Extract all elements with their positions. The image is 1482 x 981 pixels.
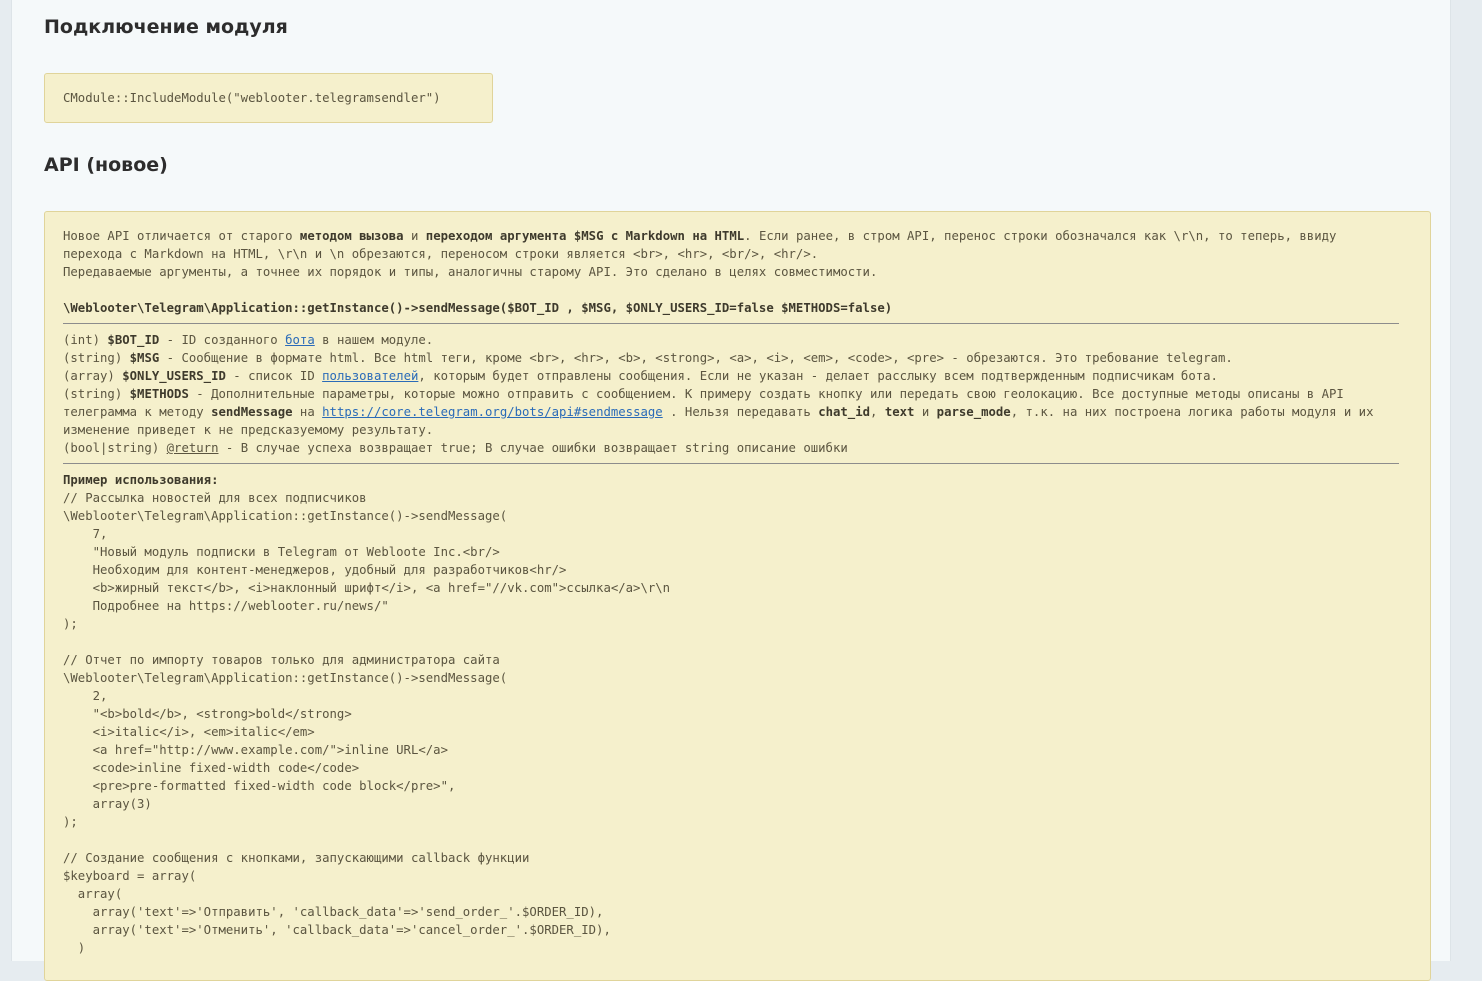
code-line: <a href="http://www.example.com/">inline… — [63, 743, 448, 757]
param-desc: , — [870, 405, 885, 419]
param-methods: (string) $METHODS - Дополнительные парам… — [63, 385, 1399, 439]
users-link[interactable]: пользователей — [322, 369, 418, 383]
bot-link[interactable]: бота — [285, 333, 315, 347]
param-type: (string) — [63, 351, 130, 365]
forbidden-param-parse-mode: parse_mode — [936, 405, 1011, 419]
divider — [63, 463, 1399, 464]
code-line: ) — [63, 941, 86, 955]
api-compat-paragraph: Передаваемые аргументы, а точнее их поря… — [63, 265, 878, 279]
code-line: 2, — [63, 689, 108, 703]
telegram-api-link[interactable]: https://core.telegram.org/bots/api#sendm… — [322, 405, 663, 419]
param-desc: - В случае успеха возвращает true; В слу… — [218, 441, 848, 455]
code-line: <i>italic</i>, <em>italic</em> — [63, 725, 315, 739]
code-line: <pre>pre-formatted fixed-width code bloc… — [63, 779, 456, 793]
param-type: (bool|string) — [63, 441, 167, 455]
api-signature: \Weblooter\Telegram\Application::getInst… — [63, 299, 1412, 317]
forbidden-param-text: text — [884, 405, 915, 419]
param-desc: - ID созданного — [159, 333, 286, 347]
code-line: \Weblooter\Telegram\Application::getInst… — [63, 671, 508, 685]
code-line: 7, — [63, 527, 108, 541]
example-title-text: Пример использования: — [63, 473, 219, 487]
code-line: <code>inline fixed-width code</code> — [63, 761, 360, 775]
code-line: <b>жирный текст</b>, <i>наклонный шрифт<… — [63, 581, 671, 595]
example-title: Пример использования: — [63, 471, 1412, 489]
param-desc: в нашем модуле. — [314, 333, 434, 347]
intro-text: Новое API отличается от старого — [63, 229, 300, 243]
code-line: ); — [63, 815, 78, 829]
param-only-users-id: (array) $ONLY_USERS_ID - список ID польз… — [63, 367, 1412, 385]
divider — [63, 323, 1399, 324]
code-line: // Отчет по импорту товаров только для а… — [63, 653, 500, 667]
param-bot-id: (int) $BOT_ID - ID созданного бота в наш… — [63, 331, 1412, 349]
forbidden-param-chat-id: chat_id — [818, 405, 871, 419]
code-line: "<b>bold</b>, <strong>bold</strong> — [63, 707, 352, 721]
include-module-code: CModule::IncludeModule("weblooter.telegr… — [63, 91, 441, 105]
intro-bold-call-method: методом вызова — [299, 229, 404, 243]
code-line: array( — [63, 887, 123, 901]
code-line: Необходим для контент-менеджеров, удобны… — [63, 563, 567, 577]
example-code: // Рассылка новостей для всех подписчико… — [63, 489, 1412, 957]
method-name: sendMessage — [211, 405, 293, 419]
param-type: (array) — [63, 369, 123, 383]
param-name: $METHODS — [129, 387, 189, 401]
return-tag: @return — [166, 441, 219, 455]
code-line: array('text'=>'Отменить', 'callback_data… — [63, 923, 611, 937]
param-name: $ONLY_USERS_ID — [122, 369, 226, 383]
param-desc: , которым будет отправлены сообщения. Ес… — [418, 369, 1218, 383]
section-title-api-new: API (новое) — [44, 154, 168, 176]
param-desc: - список ID — [225, 369, 323, 383]
content-page: Подключение модуля CModule::IncludeModul… — [11, 0, 1451, 981]
param-name: $MSG — [129, 351, 160, 365]
param-desc: - Сообщение в формате html. Все html тег… — [159, 351, 1233, 365]
code-line: array(3) — [63, 797, 152, 811]
section-title-module-connect: Подключение модуля — [44, 16, 288, 38]
intro-bold-msg-change: переходом аргумента $MSG с Markdown на H… — [425, 229, 745, 243]
api-intro-paragraph: Новое API отличается от старого методом … — [63, 227, 1399, 263]
intro-text: и — [403, 229, 426, 243]
param-return: (bool|string) @return - В случае успеха … — [63, 439, 1412, 457]
code-line: // Рассылка новостей для всех подписчико… — [63, 491, 367, 505]
param-type: (int) — [63, 333, 108, 347]
param-desc: на — [292, 405, 323, 419]
code-line: $keyboard = array( — [63, 869, 197, 883]
code-line: array('text'=>'Отправить', 'callback_dat… — [63, 905, 604, 919]
include-module-code-block: CModule::IncludeModule("weblooter.telegr… — [44, 73, 493, 123]
param-type: (string) — [63, 387, 130, 401]
param-desc: и — [914, 405, 937, 419]
code-line: "Новый модуль подписки в Telegram от Web… — [63, 545, 500, 559]
param-msg: (string) $MSG - Сообщение в формате html… — [63, 349, 1412, 367]
param-name: $BOT_ID — [107, 333, 160, 347]
api-code-block: Новое API отличается от старого методом … — [44, 211, 1431, 981]
code-line: Подробнее на https://weblooter.ru/news/" — [63, 599, 389, 613]
code-line: // Создание сообщения с кнопками, запуск… — [63, 851, 530, 865]
signature-text: \Weblooter\Telegram\Application::getInst… — [63, 301, 893, 315]
code-line: \Weblooter\Telegram\Application::getInst… — [63, 509, 508, 523]
param-desc: . Нельзя передавать — [662, 405, 819, 419]
code-line: ); — [63, 617, 78, 631]
